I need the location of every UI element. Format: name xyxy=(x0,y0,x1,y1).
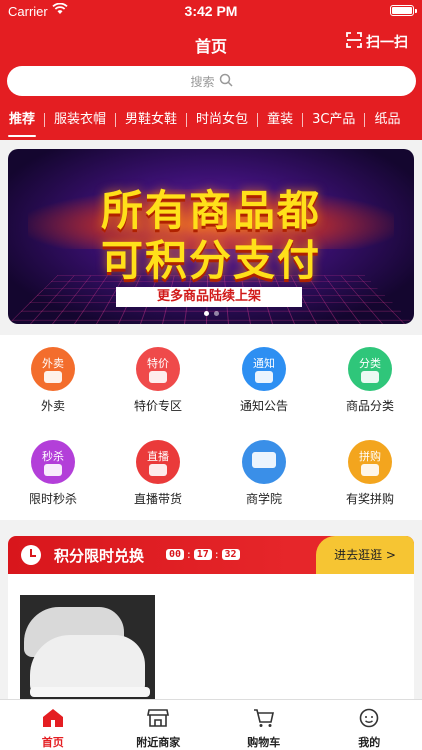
battery-icon xyxy=(390,5,417,16)
menu-item-label: 通知公告 xyxy=(239,399,288,413)
category-tab-shoes[interactable]: 男鞋女鞋 xyxy=(116,100,186,140)
discount-icon: 特价 xyxy=(136,347,180,391)
category-icon: 分类 xyxy=(348,347,392,391)
timer-seconds: 32 xyxy=(221,549,240,560)
nav-bar: 首页 扫一扫 xyxy=(0,26,422,60)
menu-item-academy[interactable]: 商学院 xyxy=(211,440,317,507)
menu-item-label: 商品分类 xyxy=(345,399,394,413)
tab-nearby[interactable]: 附近商家 xyxy=(106,700,212,750)
countdown-timer: 00: 17: 32 xyxy=(166,548,240,561)
notice-icon-text: 通知 xyxy=(253,357,275,370)
flash-sale-icon: 秒杀 xyxy=(31,440,75,484)
clock-icon xyxy=(21,545,41,565)
search-icon xyxy=(215,73,233,90)
menu-item-label: 外卖 xyxy=(40,399,65,413)
tab-label: 购物车 xyxy=(247,736,281,749)
browse-more-button[interactable]: 进去逛逛 > xyxy=(316,536,414,574)
group-buy-icon: 拼购 xyxy=(348,440,392,484)
menu-item-label: 商学院 xyxy=(245,492,282,506)
flash-sale-title: 积分限时兑换 xyxy=(54,547,145,565)
tab-label: 我的 xyxy=(358,736,381,749)
menu-item-label: 直播带货 xyxy=(133,492,182,506)
timer-minutes: 17 xyxy=(193,549,212,560)
menu-item-label: 限时秒杀 xyxy=(28,492,77,506)
banner-subtitle: 更多商品陆续上架 xyxy=(116,287,302,307)
scan-icon xyxy=(346,32,366,52)
category-tab-bags[interactable]: 时尚女包 xyxy=(187,100,257,140)
search-input[interactable]: 搜索 xyxy=(7,66,416,96)
profile-icon xyxy=(358,708,380,732)
category-tabs: 推荐 服装衣帽 男鞋女鞋 时尚女包 童装 3C产品 纸品 xyxy=(0,100,422,140)
tab-bar: 首页 附近商家 购物车 我的 xyxy=(0,699,422,750)
store-icon xyxy=(147,709,170,732)
flash-sale-icon-text: 秒杀 xyxy=(42,450,64,463)
category-icon-text: 分类 xyxy=(359,357,381,370)
scan-button[interactable]: 扫一扫 xyxy=(346,32,408,52)
group-buy-icon-text: 拼购 xyxy=(359,450,381,463)
live-icon-text: 直播 xyxy=(147,450,169,463)
feature-menu: 外卖 外卖 特价 特价专区 通知 通知公告 分类 商品分类 秒杀 限时秒杀 直播… xyxy=(0,335,422,520)
timer-hours: 00 xyxy=(166,549,185,560)
menu-item-label: 特价专区 xyxy=(133,399,182,413)
tab-label: 附近商家 xyxy=(136,736,181,749)
tab-cart[interactable]: 购物车 xyxy=(211,700,317,750)
menu-item-flash-sale[interactable]: 秒杀 限时秒杀 xyxy=(0,440,106,507)
carousel-dot[interactable] xyxy=(203,311,209,316)
cart-icon xyxy=(253,709,275,732)
menu-item-label: 有奖拼购 xyxy=(345,492,394,506)
notice-icon: 通知 xyxy=(242,347,286,391)
clock-time: 3:42 PM xyxy=(184,3,238,19)
takeout-icon: 外卖 xyxy=(31,347,75,391)
takeout-icon-text: 外卖 xyxy=(42,357,64,370)
carousel-dots xyxy=(8,311,414,316)
menu-item-live[interactable]: 直播 直播带货 xyxy=(105,440,211,507)
home-icon xyxy=(42,709,64,732)
search-placeholder: 搜索 xyxy=(190,74,215,89)
menu-item-notice[interactable]: 通知 通知公告 xyxy=(211,347,317,414)
live-icon: 直播 xyxy=(136,440,180,484)
tab-home[interactable]: 首页 xyxy=(0,700,106,750)
flash-sale-header: 积分限时兑换 00: 17: 32 进去逛逛 > xyxy=(8,536,414,574)
tab-profile[interactable]: 我的 xyxy=(317,700,422,750)
banner-headline-2: 可积分支付 xyxy=(100,236,321,285)
status-bar: Carrier 3:42 PM xyxy=(0,0,422,22)
menu-item-takeout[interactable]: 外卖 外卖 xyxy=(0,347,106,414)
category-tab-3c[interactable]: 3C产品 xyxy=(303,100,364,140)
menu-item-group-buy[interactable]: 拼购 有奖拼购 xyxy=(317,440,422,507)
category-tab-recommend[interactable]: 推荐 xyxy=(0,100,44,140)
discount-icon-text: 特价 xyxy=(147,357,169,370)
menu-item-category[interactable]: 分类 商品分类 xyxy=(317,347,422,414)
category-tab-paper[interactable]: 纸品 xyxy=(365,100,409,140)
promo-banner[interactable]: 所有商品都 可积分支付 更多商品陆续上架 xyxy=(8,149,414,324)
carousel-dot[interactable] xyxy=(213,311,219,316)
menu-item-discount[interactable]: 特价 特价专区 xyxy=(105,347,211,414)
tab-label: 首页 xyxy=(41,736,64,749)
category-tab-clothing[interactable]: 服装衣帽 xyxy=(45,100,115,140)
category-tab-kids[interactable]: 童装 xyxy=(258,100,302,140)
academy-icon xyxy=(242,440,286,484)
header: Carrier 3:42 PM 首页 扫一扫 搜索 推荐 服装衣帽 男鞋女鞋 时… xyxy=(0,0,422,140)
scan-label: 扫一扫 xyxy=(366,35,408,51)
